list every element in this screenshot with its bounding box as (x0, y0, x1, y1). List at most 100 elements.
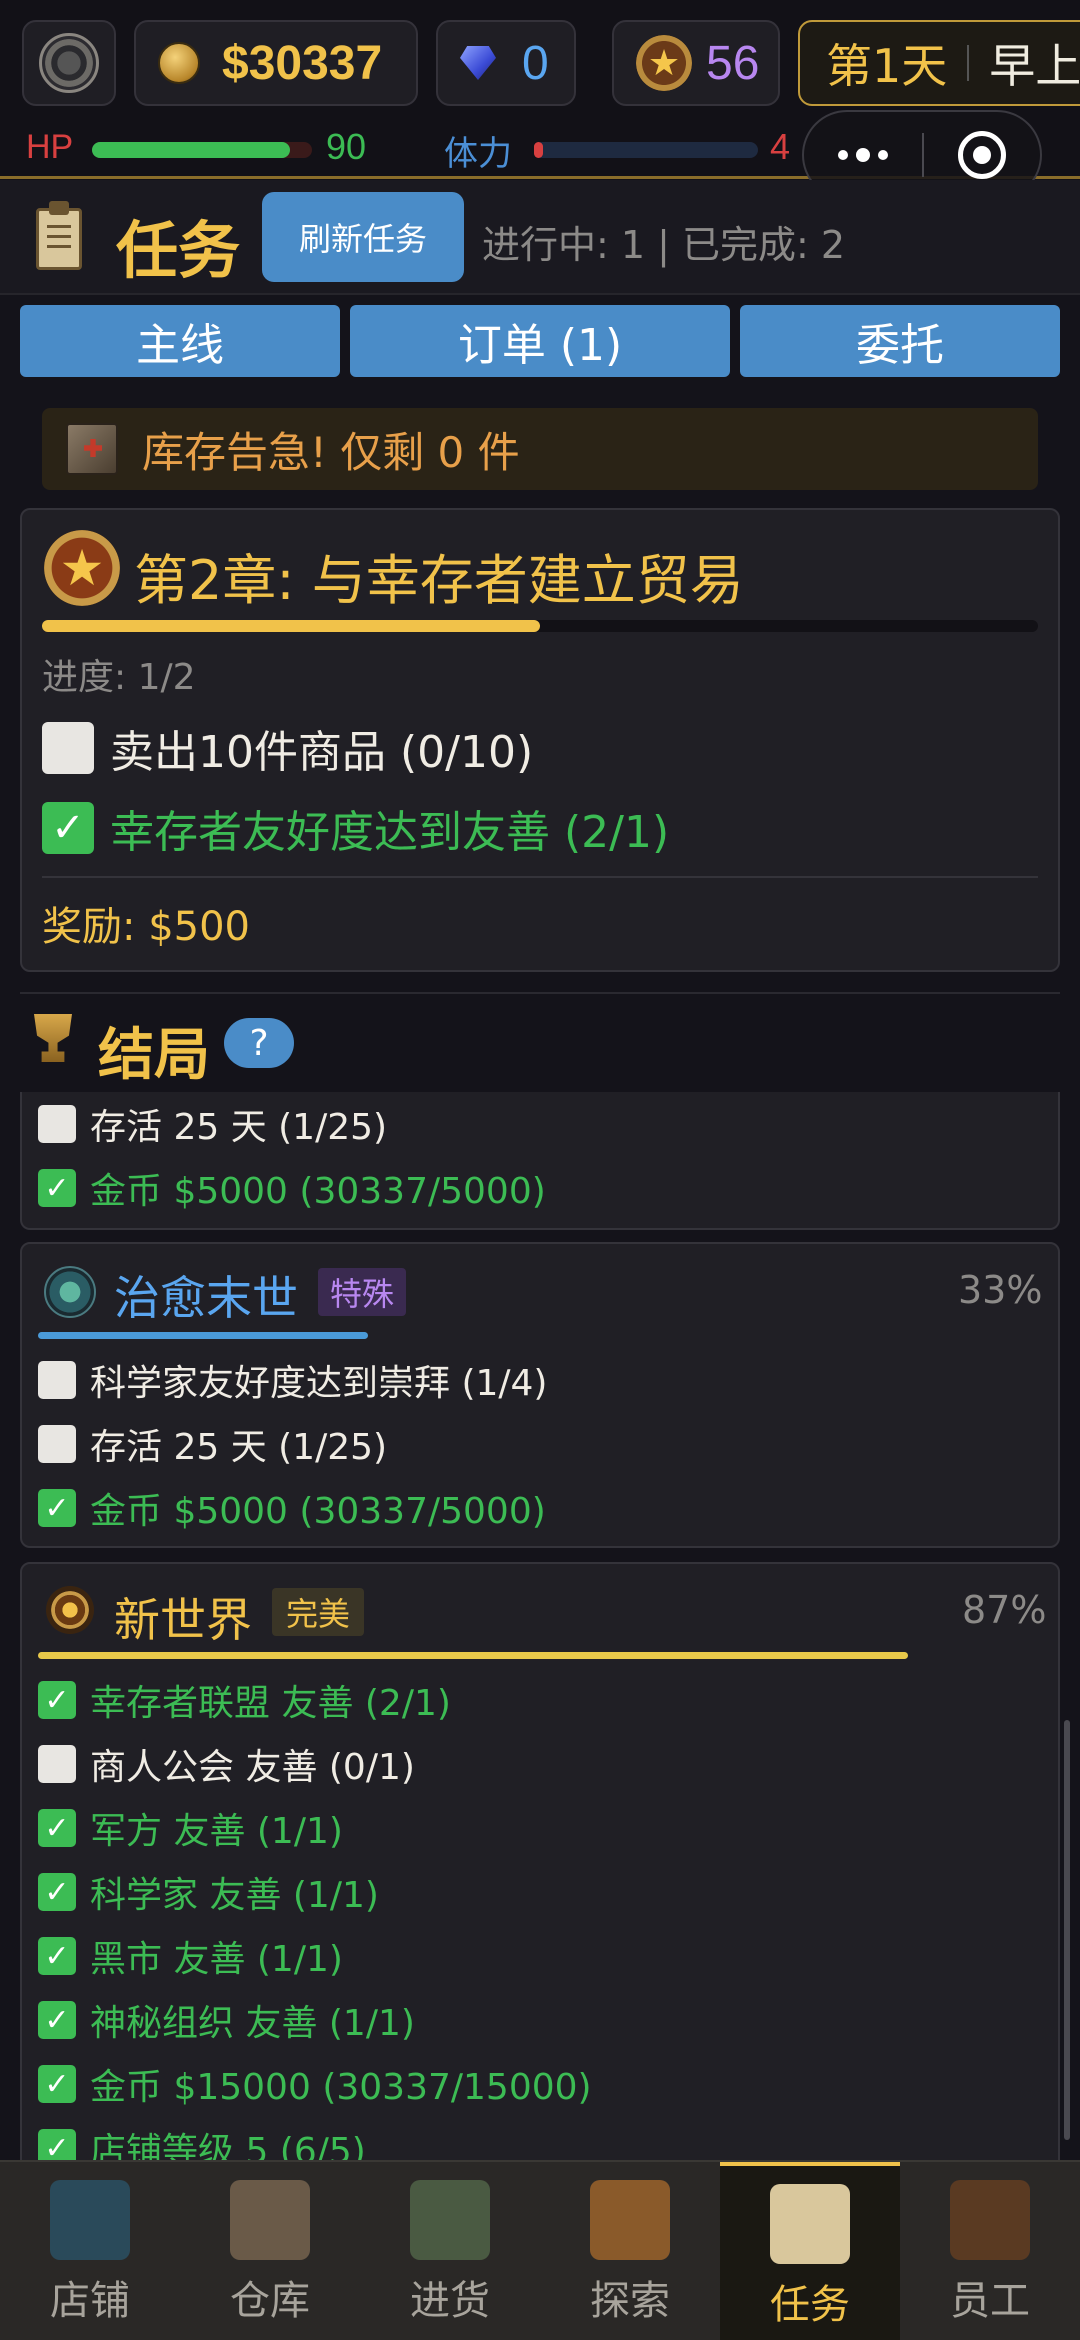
task-text: 黑市 友善 (1/1) (90, 1939, 343, 1980)
checkbox-checked-icon: ✓ (38, 1169, 76, 1207)
checkbox-checked-icon: ✓ (38, 1937, 76, 1975)
ending-task-item: 科学家友好度达到崇拜 (1/4) (38, 1354, 547, 1406)
refresh-tasks-button[interactable]: 刷新任务 (262, 192, 464, 282)
checkbox-empty-icon (42, 722, 94, 774)
hp-value: 90 (326, 126, 367, 167)
task-text: 金币 $5000 (30337/5000) (90, 1491, 546, 1532)
coin-icon (158, 42, 200, 84)
ending-task-item: ✓ 幸存者联盟 友善 (2/1) (38, 1674, 451, 1726)
tab-orders[interactable]: 订单 (1) (350, 305, 730, 377)
inventory-alert[interactable]: 库存告急! 仅剩 0 件 (42, 408, 1038, 490)
ending-task-item: ✓ 金币 $15000 (30337/15000) (38, 2058, 592, 2110)
chapter-task-item: 卖出10件商品 (0/10) (42, 716, 533, 780)
star-icon: ★ (636, 35, 692, 91)
perfect-badge: 完美 (272, 1588, 365, 1636)
star-value: 56 (706, 36, 760, 90)
nav-restock[interactable]: 进货 (360, 2162, 540, 2340)
ending-progress-bar (38, 1332, 368, 1339)
task-stats: 进行中: 1 | 已完成: 2 (482, 223, 846, 267)
ending-task-item: ✓ 金币 $5000 (30337/5000) (38, 1162, 546, 1214)
ending-task-item: 存活 25 天 (1/25) (38, 1098, 387, 1150)
chapter-progress-bar (42, 620, 1038, 632)
time-of-day-label: 早上 (989, 39, 1080, 93)
ending-progress-bar (38, 1652, 908, 1659)
star-display[interactable]: ★ 56 (612, 20, 780, 106)
checkbox-checked-icon: ✓ (38, 1489, 76, 1527)
checkbox-empty-icon (38, 1361, 76, 1399)
hp-label: HP (26, 128, 74, 166)
ending-task-item: ✓ 科学家 友善 (1/1) (38, 1866, 379, 1918)
nav-staff[interactable]: 员工 (900, 2162, 1080, 2340)
ending-title-newworld: 新世界 (114, 1593, 252, 1647)
energy-bar-fill (534, 142, 543, 158)
checkbox-checked-icon: ✓ (38, 1681, 76, 1719)
task-text: 卖出10件商品 (0/10) (110, 727, 534, 778)
scrollbar[interactable] (1064, 1720, 1070, 2140)
chapter-title: 第2章: 与幸存者建立贸易 (134, 549, 744, 612)
divider (42, 876, 1038, 878)
task-text: 科学家 友善 (1/1) (90, 1875, 379, 1916)
ending-title: 结局 (98, 1023, 210, 1088)
ending-task-item: ✓ 金币 $5000 (30337/5000) (38, 1482, 546, 1534)
target-icon (958, 131, 1006, 179)
checkbox-empty-icon (38, 1425, 76, 1463)
checkbox-checked-icon: ✓ (38, 2001, 76, 2039)
nav-warehouse[interactable]: 仓库 (180, 2162, 360, 2340)
energy-bar (534, 142, 758, 158)
ending-percent: 87% (962, 1588, 1047, 1632)
gem-icon (460, 46, 496, 80)
gem-display[interactable]: 0 (436, 20, 576, 106)
close-miniprogram-button[interactable] (924, 131, 1040, 179)
tab-main[interactable]: 主线 (20, 305, 340, 377)
ending-task-item: 存活 25 天 (1/25) (38, 1418, 387, 1470)
task-text: 科学家友好度达到崇拜 (1/4) (90, 1363, 548, 1404)
checkbox-checked-icon: ✓ (42, 802, 94, 854)
ending-task-item: ✓ 神秘组织 友善 (1/1) (38, 1994, 415, 2046)
nav-label: 员工 (950, 2278, 1030, 2324)
clipboard-icon (36, 201, 82, 270)
task-text: 军方 友善 (1/1) (90, 1811, 343, 1852)
nav-label: 仓库 (230, 2278, 310, 2324)
day-display: 第1天 早上 (798, 20, 1080, 106)
task-text: 幸存者友好度达到友善 (2/1) (110, 807, 670, 858)
chapter-reward: 奖励: $500 (42, 904, 250, 950)
ending-percent: 33% (958, 1268, 1043, 1312)
map-icon (590, 2180, 670, 2260)
ending-task-item: ✓ 黑市 友善 (1/1) (38, 1930, 343, 1982)
checkbox-checked-icon: ✓ (38, 2065, 76, 2103)
chapter-task-item: ✓ 幸存者友好度达到友善 (2/1) (42, 796, 669, 860)
nav-tasks[interactable]: 任务 (720, 2162, 900, 2340)
nav-explore[interactable]: 探索 (540, 2162, 720, 2340)
tab-commissions[interactable]: 委托 (740, 305, 1060, 377)
task-text: 金币 $5000 (30337/5000) (90, 1171, 546, 1212)
checkbox-checked-icon: ✓ (38, 1809, 76, 1847)
trophy-icon (34, 1014, 72, 1062)
hp-bar (92, 142, 312, 158)
crate-icon (66, 423, 118, 475)
sun-icon (46, 1586, 94, 1634)
ending-title-heal: 治愈末世 (114, 1271, 298, 1325)
energy-label: 体力 (444, 134, 512, 174)
clipboard-icon (770, 2184, 850, 2264)
hp-bar-fill (92, 142, 290, 158)
truck-icon (410, 2180, 490, 2260)
task-text: 神秘组织 友善 (1/1) (90, 2003, 415, 2044)
nav-shop[interactable]: 店铺 (0, 2162, 180, 2340)
ending-task-item: ✓ 军方 友善 (1/1) (38, 1802, 343, 1854)
special-badge: 特殊 (318, 1268, 407, 1316)
task-text: 幸存者联盟 友善 (2/1) (90, 1683, 451, 1724)
alert-text: 库存告急! 仅剩 0 件 (142, 427, 520, 477)
team-icon (950, 2180, 1030, 2260)
page-title: 任务 (116, 214, 241, 287)
checkbox-empty-icon (38, 1745, 76, 1783)
task-text: 金币 $15000 (30337/15000) (90, 2067, 592, 2108)
shop-icon (50, 2180, 130, 2260)
task-text: 商人公会 友善 (0/1) (90, 1747, 415, 1788)
settings-button[interactable] (22, 20, 116, 106)
planet-icon (44, 1266, 96, 1318)
help-button[interactable]: ? (224, 1018, 294, 1068)
chapter-progress-text: 进度: 1/2 (42, 657, 196, 698)
gem-value: 0 (522, 36, 549, 90)
ending-task-item: 商人公会 友善 (0/1) (38, 1738, 415, 1790)
divider (967, 45, 970, 81)
